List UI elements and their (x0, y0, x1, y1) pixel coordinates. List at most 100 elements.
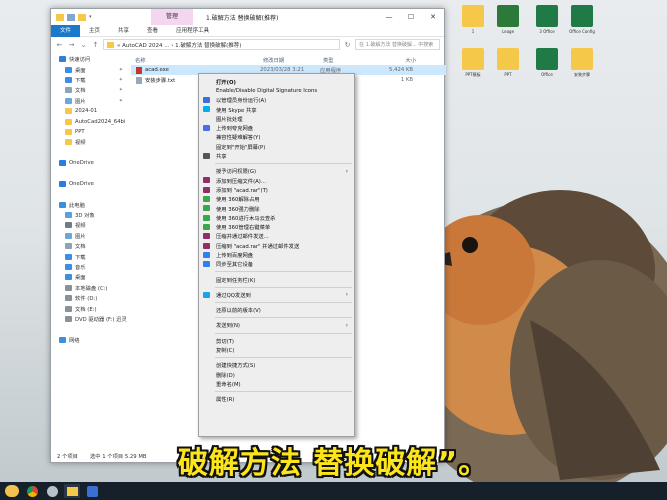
file-explorer-icon[interactable] (64, 484, 80, 498)
column-header[interactable]: 类型 (319, 56, 374, 64)
context-menu-item[interactable]: 上传到百度网盘 (199, 250, 354, 259)
context-menu-item[interactable]: 使用 360管理右键菜单 (199, 222, 354, 231)
nav-item[interactable]: 桌面 (51, 272, 129, 282)
context-menu-item-label: 复制(C) (216, 348, 235, 355)
desktop-shortcut[interactable]: Office (527, 48, 567, 77)
maximize-button[interactable]: ☐ (400, 9, 422, 25)
ribbon-tab[interactable]: 文件 (51, 24, 81, 37)
nav-item[interactable]: 图片 (51, 231, 129, 241)
ribbon-tab[interactable]: 应用程序工具 (167, 25, 218, 37)
context-menu-item[interactable]: 添加到压缩文件(A)... (199, 176, 354, 185)
context-menu-item[interactable]: 复制(C) (199, 345, 354, 354)
context-menu-item[interactable]: 上传到夸克网盘 (199, 123, 354, 132)
nav-item[interactable]: 文档 (51, 241, 129, 251)
nav-item[interactable]: 视频 (51, 220, 129, 230)
minimize-button[interactable]: — (378, 9, 400, 25)
nav-item[interactable]: 文档 (E:) (51, 303, 129, 313)
context-menu-item[interactable]: 固定到"开始"屏幕(P) (199, 142, 354, 151)
nav-item[interactable]: 软件 (D:) (51, 293, 129, 303)
address-bar[interactable]: « AutoCAD 2024 ... › 1.破解方法 替换破解(推荐) (103, 39, 340, 50)
context-menu-item[interactable]: 通过QQ发送到 › (199, 290, 354, 299)
context-menu-item[interactable]: 压缩到 "acad.rar" 并通过邮件发送 (199, 241, 354, 250)
desktop-shortcut[interactable]: PPT模板 (453, 48, 493, 77)
context-menu-item[interactable]: 图片批处理 (199, 114, 354, 123)
nav-item[interactable]: AutoCad2024_64bi (51, 116, 129, 126)
nav-item[interactable]: 图片 ✦ (51, 96, 129, 106)
context-menu-item[interactable]: 压缩并通过邮件发送... (199, 232, 354, 241)
nav-item[interactable]: 此电脑 (51, 199, 129, 209)
context-menu-item[interactable]: 发送到(N) › (199, 321, 354, 330)
recent-locations-button[interactable]: ⌄ (79, 41, 88, 49)
context-menu-item[interactable]: 添加到 "acad.rar"(T) (199, 185, 354, 194)
video-subtitle: 破解方法 替换破解”。 (177, 446, 490, 481)
pin-icon: ✦ (118, 76, 123, 83)
folder-icon[interactable] (56, 13, 64, 21)
context-menu-item[interactable]: 同步至其它设备 (199, 260, 354, 269)
chevron-down-icon[interactable]: ▾ (89, 14, 97, 21)
start-logo-icon[interactable] (4, 484, 20, 498)
context-menu-item[interactable]: 剪切(T) (199, 336, 354, 345)
nav-item[interactable]: 文档 ✦ (51, 85, 129, 95)
ribbon-tab[interactable]: 共享 (109, 25, 138, 37)
nav-item[interactable]: 下载 (51, 251, 129, 261)
context-menu-item[interactable]: Enable/Disable Digital Signature Icons (199, 86, 354, 95)
context-menu-item[interactable]: 创建快捷方式(S) (199, 361, 354, 370)
context-menu-item[interactable]: 固定到任务栏(K) (199, 275, 354, 284)
context-menu-item[interactable]: 兼容性疑难解答(Y) (199, 133, 354, 142)
app-icon[interactable] (44, 484, 60, 498)
context-menu-item-label: 通过QQ发送到 (216, 292, 251, 299)
nav-item[interactable]: 2024-01 (51, 106, 129, 116)
forward-button[interactable]: → (67, 41, 76, 49)
close-button[interactable]: ✕ (422, 9, 444, 25)
back-button[interactable]: ← (55, 41, 64, 49)
desktop-shortcut[interactable]: Leage (488, 5, 528, 34)
refresh-button[interactable]: ↻ (343, 41, 352, 49)
video-app-icon[interactable] (84, 484, 100, 498)
context-menu-item-label: 使用 360管理右键菜单 (216, 225, 271, 232)
nav-item[interactable]: 视频 (51, 137, 129, 147)
nav-item[interactable]: 音乐 (51, 262, 129, 272)
rar-icon (203, 233, 210, 240)
context-menu-item[interactable]: 打开(O) (199, 77, 354, 86)
search-input[interactable]: 在 1.破解方法 替换破解... 中搜索 (355, 39, 440, 50)
nav-item[interactable]: 桌面 ✦ (51, 64, 129, 74)
nav-item[interactable]: OneDrive (51, 158, 129, 168)
context-menu-item[interactable]: 还原以前的版本(V) (199, 306, 354, 315)
context-tab-manage[interactable]: 管理 (151, 9, 193, 25)
column-header[interactable]: 修改日期 (259, 56, 319, 64)
nav-item[interactable]: PPT (51, 127, 129, 137)
desktop-shortcut[interactable]: Office Config (562, 5, 602, 34)
column-header[interactable]: 名称 (131, 56, 259, 64)
properties-icon[interactable] (67, 13, 75, 21)
nav-item[interactable]: 本地磁盘 (C:) (51, 283, 129, 293)
nav-item[interactable]: 快速访问 (51, 54, 129, 64)
context-menu-item[interactable]: 使用 360解除占用 (199, 195, 354, 204)
context-menu-item[interactable]: 属性(R) (199, 395, 354, 404)
ribbon-tab[interactable]: 主页 (80, 25, 109, 37)
nav-item[interactable]: OneDrive (51, 179, 129, 189)
nav-item-label: 本地磁盘 (C:) (75, 285, 108, 292)
context-menu-item[interactable]: 使用 360强力删除 (199, 204, 354, 213)
desktop-shortcut[interactable]: 3 Office (527, 5, 567, 34)
context-menu-item[interactable]: 重命名(M) (199, 379, 354, 388)
nav-item[interactable]: 3D 对象 (51, 210, 129, 220)
context-menu-item[interactable]: 删除(D) (199, 370, 354, 379)
context-menu-item[interactable]: 使用 Skype 共享 (199, 105, 354, 114)
desktop-shortcut[interactable]: PPT (488, 48, 528, 77)
new-folder-icon[interactable] (78, 13, 86, 21)
context-menu-item[interactable]: 授予访问权限(G) › (199, 167, 354, 176)
ribbon-tab[interactable]: 查看 (138, 25, 167, 37)
desktop-shortcut[interactable]: 安装步骤 (562, 48, 602, 77)
nav-item[interactable]: 网络 (51, 335, 129, 345)
desktop-shortcut[interactable]: 1 (453, 5, 493, 34)
chevron-right-icon: › (345, 321, 348, 329)
column-header[interactable]: 大小 (374, 56, 424, 64)
context-menu-item[interactable]: 以管理员身份运行(A) (199, 96, 354, 105)
nav-item-label: 文档 (E:) (75, 306, 97, 313)
context-menu-item[interactable]: 共享 (199, 151, 354, 160)
context-menu-item[interactable]: 使用 360进行木马云查杀 (199, 213, 354, 222)
up-button[interactable]: ↑ (91, 41, 100, 49)
chrome-icon[interactable] (24, 484, 40, 498)
nav-item[interactable]: DVD 驱动器 (F:) 迅灵 (51, 314, 129, 324)
nav-item[interactable]: 下载 ✦ (51, 75, 129, 85)
